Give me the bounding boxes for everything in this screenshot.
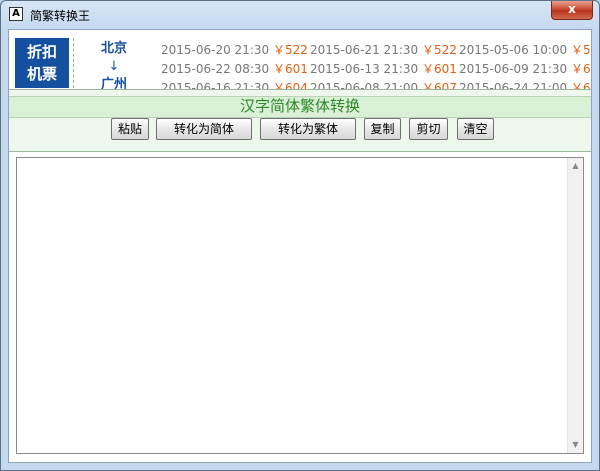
app-window: A 简繁转换王 x 折扣 机票 北京 ↓ 广州 2015-06-20 21:30… xyxy=(0,0,600,471)
flight-date: 2015-06-20 21:30 xyxy=(161,43,270,57)
route-from: 北京 xyxy=(100,41,127,56)
flight-date: 2015-06-22 08:30 xyxy=(161,62,270,76)
close-button[interactable]: x xyxy=(551,1,593,20)
copy-button[interactable]: 复制 xyxy=(364,118,401,140)
flight-price: ￥607 xyxy=(570,81,591,89)
flight-date: 2015-05-06 10:00 xyxy=(459,43,568,57)
flight-item[interactable]: 2015-06-08 21:00 ￥607 xyxy=(310,79,457,89)
title-bar[interactable]: A 简繁转换王 x xyxy=(1,1,599,29)
scroll-up-icon[interactable]: ▲ xyxy=(568,158,583,174)
to-traditional-button[interactable]: 转化为繁体 xyxy=(260,118,356,140)
vertical-scrollbar[interactable]: ▲ ▼ xyxy=(567,158,583,453)
ad-divider xyxy=(73,38,74,88)
flight-item[interactable]: 2015-06-13 21:30 ￥601 xyxy=(310,60,457,79)
text-input-area[interactable]: ▲ ▼ xyxy=(16,157,584,454)
to-simplified-button[interactable]: 转化为简体 xyxy=(156,118,252,140)
down-arrow-icon: ↓ xyxy=(108,59,120,74)
flight-date: 2015-06-24 21:00 xyxy=(459,81,568,89)
flight-date: 2015-06-13 21:30 xyxy=(310,62,419,76)
flight-price: ￥601 xyxy=(570,62,591,76)
panel-title: 汉字简体繁体转换 xyxy=(9,96,591,118)
route: 北京 ↓ 广州 xyxy=(81,40,147,89)
badge-line-1: 折扣 xyxy=(26,43,57,61)
flight-date: 2015-06-16 21:30 xyxy=(161,81,270,89)
window-title: 简繁转换王 xyxy=(30,9,91,23)
flight-item[interactable]: 2015-06-20 21:30 ￥522 xyxy=(161,41,308,60)
flight-price: ￥604 xyxy=(272,81,308,89)
flight-item[interactable]: 2015-05-06 10:00 ￥558 xyxy=(459,41,591,60)
flight-price: ￥607 xyxy=(421,81,457,89)
flight-item[interactable]: 2015-06-21 21:30 ￥522 xyxy=(310,41,457,60)
flight-price: ￥601 xyxy=(272,62,308,76)
flight-date: 2015-06-09 21:30 xyxy=(459,62,568,76)
clear-button[interactable]: 清空 xyxy=(457,118,494,140)
paste-button[interactable]: 粘贴 xyxy=(111,118,149,140)
flight-column: 2015-06-21 21:30 ￥522 2015-06-13 21:30 ￥… xyxy=(310,41,457,89)
flight-price: ￥522 xyxy=(272,43,308,57)
discount-ticket-badge[interactable]: 折扣 机票 xyxy=(15,38,69,88)
route-to: 广州 xyxy=(100,77,127,89)
badge-line-2: 机票 xyxy=(26,65,57,83)
flight-column: 2015-05-06 10:00 ￥558 2015-06-09 21:30 ￥… xyxy=(459,41,591,89)
flight-item[interactable]: 2015-06-09 21:30 ￥601 xyxy=(459,60,591,79)
scroll-down-icon[interactable]: ▼ xyxy=(568,437,583,453)
converter-panel: 汉字简体繁体转换 粘贴 转化为简体 转化为繁体 复制 剪切 清空 xyxy=(9,89,591,152)
flight-date: 2015-06-08 21:00 xyxy=(310,81,419,89)
cut-button[interactable]: 剪切 xyxy=(409,118,448,140)
flight-column: 2015-06-20 21:30 ￥522 2015-06-22 08:30 ￥… xyxy=(161,41,308,89)
flight-date: 2015-06-21 21:30 xyxy=(310,43,419,57)
app-icon[interactable]: A xyxy=(9,7,23,21)
flight-item[interactable]: 2015-06-24 21:00 ￥607 xyxy=(459,79,591,89)
flight-price: ￥558 xyxy=(570,43,591,57)
flight-price: ￥522 xyxy=(421,43,457,57)
flight-item[interactable]: 2015-06-16 21:30 ￥604 xyxy=(161,79,308,89)
flight-ad-banner[interactable]: 折扣 机票 北京 ↓ 广州 2015-06-20 21:30 ￥522 2015… xyxy=(9,30,591,89)
flight-item[interactable]: 2015-06-22 08:30 ￥601 xyxy=(161,60,308,79)
client-area: 折扣 机票 北京 ↓ 广州 2015-06-20 21:30 ￥522 2015… xyxy=(8,29,592,463)
flight-price: ￥601 xyxy=(421,62,457,76)
